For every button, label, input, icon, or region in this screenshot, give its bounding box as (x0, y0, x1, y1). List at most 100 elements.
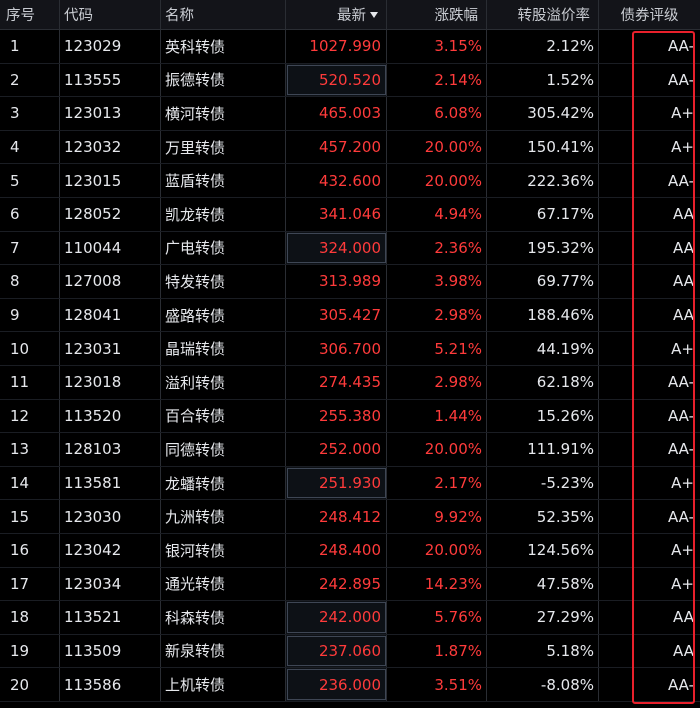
row-idx: 5 (0, 164, 60, 197)
row-name: 横河转债 (161, 97, 286, 130)
row-code: 113581 (60, 466, 161, 500)
header-premium[interactable]: 转股溢价率 (487, 0, 599, 29)
row-code: 113509 (60, 634, 161, 668)
row-price: 255.380 (286, 399, 387, 433)
row-name: 特发转债 (161, 265, 286, 298)
header-code[interactable]: 代码 (60, 0, 161, 29)
row-code: 128103 (60, 433, 161, 466)
row-name: 银河转债 (161, 533, 286, 567)
table-row[interactable]: 10 123031 晶瑞转债 306.700 5.21% 44.19% A+ (0, 332, 700, 366)
row-price: 248.400 (286, 533, 387, 567)
row-name: 龙蟠转债 (161, 466, 286, 500)
row-change: 4.94% (387, 197, 487, 231)
header-idx[interactable]: 序号 (0, 0, 60, 29)
table-row[interactable]: 7 110044 广电转债 324.000 2.36% 195.32% AA (0, 231, 700, 266)
row-idx: 13 (0, 433, 60, 466)
table-row[interactable]: 6 128052 凯龙转债 341.046 4.94% 67.17% AA (0, 197, 700, 232)
row-idx: 14 (0, 466, 60, 500)
row-idx: 10 (0, 332, 60, 365)
row-premium: 44.19% (487, 332, 599, 365)
row-premium: 62.18% (487, 365, 599, 399)
row-idx: 15 (0, 500, 60, 533)
bond-table: 序号 代码 名称 最新 涨跌幅 转股溢价率 债券评级 1 123029 英科转债 10… (0, 0, 700, 702)
row-rating: AA (673, 272, 694, 291)
table-header: 序号 代码 名称 最新 涨跌幅 转股溢价率 债券评级 (0, 0, 700, 30)
row-change: 2.98% (387, 365, 487, 399)
header-price-label: 最新 (337, 8, 366, 24)
table-row[interactable]: 14 113581 龙蟠转债 251.930 2.17% -5.23% A+ (0, 466, 700, 501)
row-premium: -5.23% (487, 466, 599, 500)
row-premium: 1.52% (487, 63, 599, 97)
row-idx: 20 (0, 668, 60, 701)
row-premium: 124.56% (487, 533, 599, 567)
row-name: 同德转债 (161, 433, 286, 466)
row-price: 324.000 (286, 231, 387, 265)
row-price: 465.003 (286, 97, 387, 130)
row-price: 237.060 (286, 634, 387, 668)
table-row[interactable]: 3 123013 横河转债 465.003 6.08% 305.42% A+ (0, 97, 700, 131)
row-price: 520.520 (286, 63, 387, 97)
header-price[interactable]: 最新 (286, 0, 387, 29)
table-row[interactable]: 11 123018 溢利转债 274.435 2.98% 62.18% AA- (0, 365, 700, 400)
row-name: 九洲转债 (161, 500, 286, 533)
header-rating[interactable]: 债券评级 (599, 0, 700, 29)
row-name: 晶瑞转债 (161, 332, 286, 365)
row-price: 274.435 (286, 365, 387, 399)
table-row[interactable]: 1 123029 英科转债 1027.990 3.15% 2.12% AA- (0, 30, 700, 64)
row-price: 305.427 (286, 298, 387, 332)
row-change: 1.87% (387, 634, 487, 668)
row-change: 20.00% (387, 533, 487, 567)
row-rating: AA (673, 608, 694, 627)
row-idx: 12 (0, 399, 60, 433)
row-idx: 7 (0, 231, 60, 265)
table-row[interactable]: 5 123015 蓝盾转债 432.600 20.00% 222.36% AA- (0, 164, 700, 198)
row-price: 1027.990 (286, 30, 387, 63)
table-row[interactable]: 20 113586 上机转债 236.000 3.51% -8.08% AA- (0, 668, 700, 702)
row-idx: 9 (0, 298, 60, 332)
row-premium: -8.08% (487, 668, 599, 701)
row-rating: A+ (671, 104, 694, 123)
row-name: 振德转债 (161, 63, 286, 97)
row-price: 432.600 (286, 164, 387, 197)
row-idx: 2 (0, 63, 60, 97)
row-price: 252.000 (286, 433, 387, 466)
row-code: 110044 (60, 231, 161, 265)
row-code: 123030 (60, 500, 161, 533)
table-row[interactable]: 15 123030 九洲转债 248.412 9.92% 52.35% AA- (0, 500, 700, 534)
table-row[interactable]: 8 127008 特发转债 313.989 3.98% 69.77% AA (0, 265, 700, 299)
table-row[interactable]: 19 113509 新泉转债 237.060 1.87% 5.18% AA (0, 634, 700, 669)
row-code: 128041 (60, 298, 161, 332)
row-idx: 17 (0, 567, 60, 601)
table-row[interactable]: 18 113521 科森转债 242.000 5.76% 27.29% AA (0, 601, 700, 635)
header-change[interactable]: 涨跌幅 (387, 0, 487, 29)
row-name: 凯龙转债 (161, 197, 286, 231)
row-code: 123013 (60, 97, 161, 130)
table-row[interactable]: 17 123034 通光转债 242.895 14.23% 47.58% A+ (0, 567, 700, 602)
row-rating: AA- (667, 440, 694, 459)
row-idx: 16 (0, 533, 60, 567)
row-name: 广电转债 (161, 231, 286, 265)
row-change: 6.08% (387, 97, 487, 130)
row-premium: 188.46% (487, 298, 599, 332)
table-row[interactable]: 13 128103 同德转债 252.000 20.00% 111.91% AA- (0, 433, 700, 467)
row-code: 123034 (60, 567, 161, 601)
table-row[interactable]: 16 123042 银河转债 248.400 20.00% 124.56% A+ (0, 533, 700, 568)
row-premium: 2.12% (487, 30, 599, 63)
row-idx: 3 (0, 97, 60, 130)
row-name: 盛路转债 (161, 298, 286, 332)
table-row[interactable]: 9 128041 盛路转债 305.427 2.98% 188.46% AA (0, 298, 700, 333)
row-code: 113586 (60, 668, 161, 701)
table-body: 1 123029 英科转债 1027.990 3.15% 2.12% AA- 2 113555 振… (0, 30, 700, 702)
row-price: 242.895 (286, 567, 387, 601)
row-idx: 19 (0, 634, 60, 668)
row-price: 313.989 (286, 265, 387, 298)
row-name: 溢利转债 (161, 365, 286, 399)
table-row[interactable]: 2 113555 振德转债 520.520 2.14% 1.52% AA- (0, 63, 700, 98)
row-code: 123018 (60, 365, 161, 399)
row-premium: 305.42% (487, 97, 599, 130)
header-name[interactable]: 名称 (161, 0, 286, 29)
table-row[interactable]: 4 123032 万里转债 457.200 20.00% 150.41% A+ (0, 130, 700, 165)
table-row[interactable]: 12 113520 百合转债 255.380 1.44% 15.26% AA- (0, 399, 700, 434)
row-rating: AA- (667, 406, 694, 425)
row-change: 2.98% (387, 298, 487, 332)
